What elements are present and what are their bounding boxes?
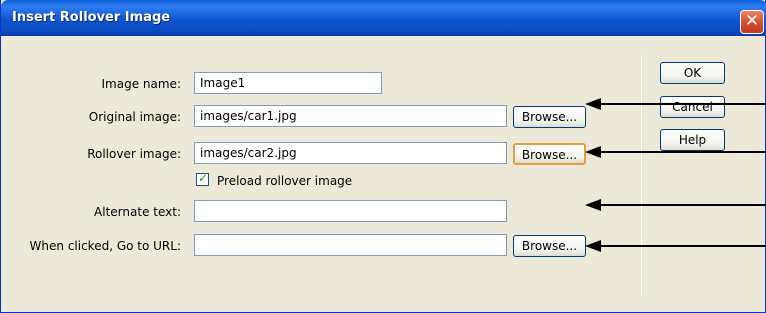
close-icon: ✕ xyxy=(744,11,760,31)
rollover-image-input[interactable]: images/car2.jpg xyxy=(194,142,507,164)
insert-rollover-image-dialog: Insert Rollover Image ✕ Image name: Imag… xyxy=(0,0,766,313)
annotation-arrow-rollover-browse xyxy=(585,145,766,159)
image-name-label: Image name: xyxy=(101,77,181,91)
go-to-url-label: When clicked, Go to URL: xyxy=(29,239,181,253)
rollover-image-label: Rollover image: xyxy=(87,147,181,161)
dialog-title: Insert Rollover Image xyxy=(12,10,171,25)
title-bar[interactable]: Insert Rollover Image ✕ xyxy=(1,0,766,36)
close-button[interactable]: ✕ xyxy=(740,10,764,34)
preload-label: Preload rollover image xyxy=(217,174,353,188)
go-to-url-browse-button[interactable]: Browse... xyxy=(513,235,586,257)
preload-checkbox[interactable]: ✓ xyxy=(196,171,209,186)
annotation-arrow-original-browse xyxy=(585,97,766,111)
rollover-image-browse-button[interactable]: Browse... xyxy=(513,143,586,165)
original-image-label: Original image: xyxy=(88,110,181,124)
checkmark-icon: ✓ xyxy=(198,171,209,185)
original-image-browse-button[interactable]: Browse... xyxy=(513,106,586,128)
vertical-divider xyxy=(641,55,642,295)
original-image-input[interactable]: images/car1.jpg xyxy=(194,105,507,127)
ok-button[interactable]: OK xyxy=(660,62,725,84)
image-name-input[interactable]: Image1 xyxy=(194,72,382,94)
go-to-url-input[interactable] xyxy=(194,234,507,256)
annotation-arrow-alternate-text xyxy=(585,198,766,212)
alternate-text-input[interactable] xyxy=(194,200,507,222)
annotation-arrow-go-to-url-browse xyxy=(585,239,766,253)
alternate-text-label: Alternate text: xyxy=(94,205,181,219)
